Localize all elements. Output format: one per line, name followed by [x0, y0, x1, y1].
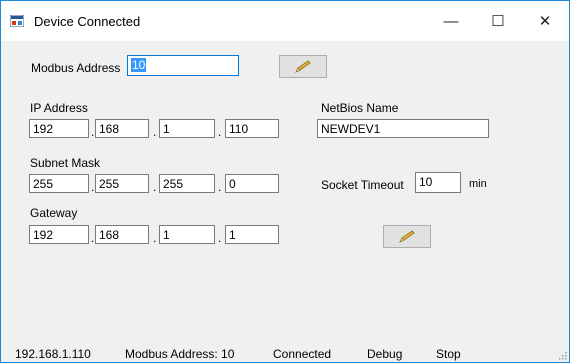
- subnet-octet-1[interactable]: 255: [29, 174, 89, 193]
- minimize-button[interactable]: —: [428, 1, 474, 41]
- socket-timeout-unit: min: [469, 178, 487, 190]
- pencil-icon: [399, 229, 415, 243]
- gateway-label: Gateway: [30, 206, 78, 220]
- modbus-address-input[interactable]: 10: [127, 55, 239, 76]
- close-button[interactable]: ✕: [522, 1, 568, 41]
- device-connected-window: Device Connected — ☐ ✕ Modbus Address 10…: [0, 0, 570, 363]
- ip-separator: .: [153, 125, 157, 139]
- status-connection: Connected: [273, 347, 332, 361]
- stop-button[interactable]: Stop: [436, 347, 461, 361]
- gateway-separator: .: [153, 231, 157, 245]
- status-modbus-address: Modbus Address: 10: [125, 347, 235, 361]
- edit-modbus-button[interactable]: [279, 55, 327, 78]
- socket-timeout-label: Socket Timeout: [321, 178, 404, 192]
- window-title: Device Connected: [34, 14, 141, 29]
- netbios-name-label: NetBios Name: [321, 101, 399, 115]
- subnet-separator: .: [218, 180, 222, 194]
- gateway-separator: .: [218, 231, 222, 245]
- modbus-address-label: Modbus Address: [31, 61, 121, 75]
- gateway-separator: .: [91, 231, 95, 245]
- title-bar[interactable]: Device Connected — ☐ ✕: [1, 1, 569, 41]
- ip-address-label: IP Address: [30, 101, 88, 115]
- minimize-icon: —: [443, 12, 459, 30]
- app-window-icon: [10, 15, 24, 27]
- status-ip: 192.168.1.110: [15, 347, 91, 361]
- resize-grip-icon[interactable]: [557, 350, 567, 360]
- status-bar: 192.168.1.110 Modbus Address: 10 Connect…: [1, 340, 569, 362]
- gateway-octet-4[interactable]: 1: [225, 225, 279, 244]
- subnet-separator: .: [91, 180, 95, 194]
- gateway-octet-2[interactable]: 168: [95, 225, 149, 244]
- ip-separator: .: [91, 125, 95, 139]
- subnet-octet-4[interactable]: 0: [225, 174, 279, 193]
- ip-separator: .: [218, 125, 222, 139]
- socket-timeout-input[interactable]: 10: [415, 172, 461, 193]
- pencil-icon: [295, 59, 311, 73]
- close-icon: ✕: [538, 13, 552, 30]
- netbios-name-input[interactable]: NEWDEV1: [317, 119, 489, 138]
- ip-octet-4[interactable]: 110: [225, 119, 279, 138]
- maximize-button[interactable]: ☐: [475, 1, 521, 41]
- subnet-octet-3[interactable]: 255: [159, 174, 215, 193]
- ip-octet-2[interactable]: 168: [95, 119, 149, 138]
- subnet-mask-label: Subnet Mask: [30, 156, 101, 170]
- edit-network-button[interactable]: [383, 225, 431, 248]
- gateway-octet-1[interactable]: 192: [29, 225, 89, 244]
- subnet-octet-2[interactable]: 255: [95, 174, 149, 193]
- subnet-separator: .: [153, 180, 157, 194]
- ip-octet-3[interactable]: 1: [159, 119, 215, 138]
- maximize-icon: ☐: [491, 13, 505, 30]
- ip-octet-1[interactable]: 192: [29, 119, 89, 138]
- modbus-address-value: 10: [131, 58, 147, 72]
- gateway-octet-3[interactable]: 1: [159, 225, 215, 244]
- debug-button[interactable]: Debug: [367, 347, 402, 361]
